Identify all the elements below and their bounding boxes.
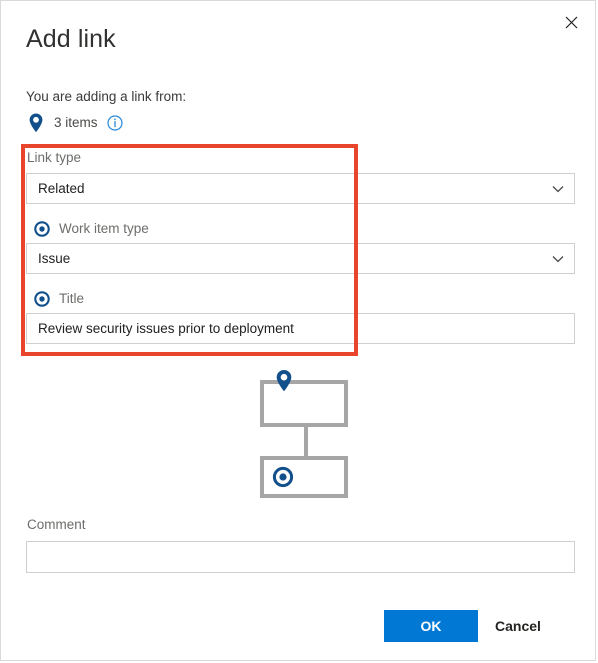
close-button[interactable] [551, 5, 591, 39]
radio-selected-icon [34, 221, 50, 237]
comment-label: Comment [27, 517, 86, 532]
info-circle-icon[interactable] [106, 115, 123, 131]
title-radio[interactable]: Title [34, 290, 84, 308]
title-input[interactable]: Review security issues prior to deployme… [26, 313, 575, 344]
diagram-connector-line [304, 425, 308, 458]
title-value: Review security issues prior to deployme… [38, 320, 294, 336]
chevron-down-icon[interactable] [542, 174, 574, 203]
map-pin-icon [273, 369, 295, 397]
items-count-label: 3 items [54, 115, 98, 130]
ok-button[interactable]: OK [384, 610, 478, 642]
add-link-dialog: Add link You are adding a link from: 3 i… [0, 0, 596, 661]
source-description: You are adding a link from: [26, 89, 187, 104]
work-item-type-radio[interactable]: Work item type [34, 220, 149, 238]
radio-selected-icon [34, 291, 50, 307]
link-type-value: Related [38, 180, 85, 196]
map-pin-icon [26, 112, 46, 134]
work-item-type-dropdown[interactable]: Issue [26, 243, 575, 274]
dialog-title: Add link [26, 25, 116, 53]
chevron-down-icon[interactable] [542, 244, 574, 273]
link-type-dropdown[interactable]: Related [26, 173, 575, 204]
title-label: Title [59, 291, 85, 306]
cancel-button[interactable]: Cancel [495, 610, 575, 642]
radio-selected-icon [272, 466, 294, 488]
link-type-label: Link type [27, 150, 82, 165]
source-items-row: 3 items [26, 112, 123, 134]
work-item-type-label: Work item type [59, 221, 149, 236]
comment-input[interactable] [26, 541, 575, 573]
link-hierarchy-diagram [256, 369, 366, 498]
work-item-type-value: Issue [38, 250, 71, 266]
close-icon [565, 16, 578, 29]
